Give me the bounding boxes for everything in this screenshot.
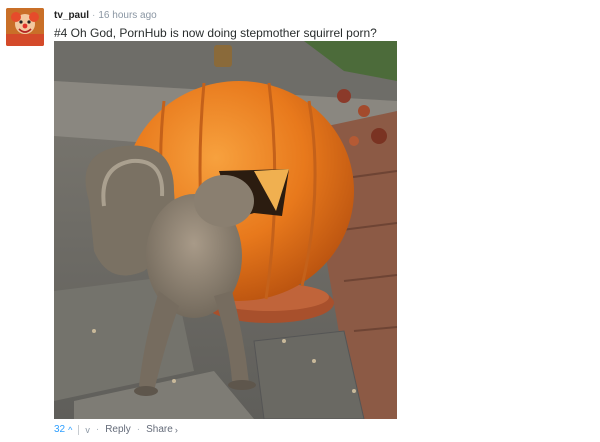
chevron-up-icon[interactable]: ^	[68, 424, 72, 436]
comment-actions: 32 ^ v · Reply · Share ›	[54, 424, 178, 436]
username-link[interactable]: tv_paul	[54, 10, 89, 21]
comment: tv_paul · 16 hours ago #4 Oh God, PornHub …	[0, 0, 600, 442]
timestamp-link[interactable]: 16 hours ago	[98, 10, 156, 21]
action-separator: ·	[136, 424, 141, 435]
chevron-down-icon[interactable]: v	[85, 424, 90, 436]
comment-image[interactable]	[54, 41, 397, 419]
avatar[interactable]	[6, 8, 44, 46]
meta-separator: ·	[92, 10, 96, 21]
share-button[interactable]: Share	[146, 424, 173, 436]
chevron-right-icon: ›	[174, 425, 178, 435]
action-separator: ·	[95, 424, 100, 435]
clown-avatar-icon	[6, 8, 44, 46]
reply-button[interactable]: Reply	[105, 424, 131, 436]
vote-divider	[78, 425, 80, 435]
comment-meta: tv_paul · 16 hours ago	[54, 10, 157, 22]
vote-count: 32	[54, 424, 66, 435]
comment-body: #4 Oh God, PornHub is now doing stepmoth…	[54, 26, 377, 40]
squirrel-pumpkin-photo	[54, 41, 397, 419]
